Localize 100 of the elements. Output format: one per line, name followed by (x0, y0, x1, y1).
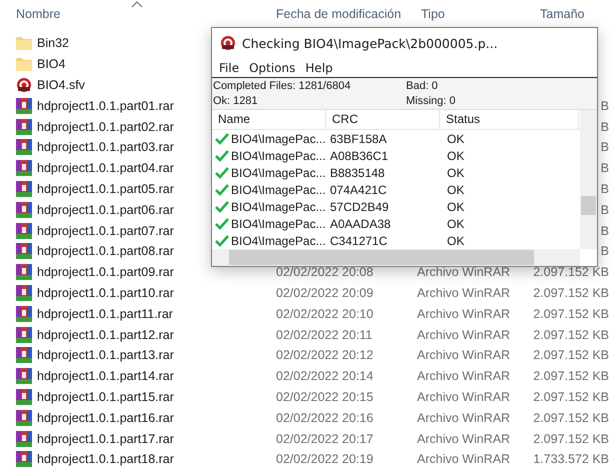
archive-icon (16, 160, 32, 176)
archive-icon (16, 430, 32, 447)
file-name[interactable]: hdproject1.0.1.part02.rar (37, 120, 174, 134)
file-type: Archivo WinRAR (417, 390, 510, 404)
file-path: BIO4\ImagePac... (231, 182, 326, 196)
archive-icon (16, 139, 32, 156)
column-header[interactable]: Name (212, 110, 326, 129)
check-icon (215, 150, 229, 162)
file-size: B (600, 140, 609, 154)
file-name[interactable]: hdproject1.0.1.part14.rar (37, 369, 174, 384)
horizontal-scrollbar[interactable] (212, 249, 580, 266)
column-header[interactable]: CRC (326, 110, 440, 129)
file-name[interactable]: hdproject1.0.1.part18.rar (37, 452, 174, 466)
status-value: OK (447, 148, 464, 162)
status-value: OK (447, 200, 464, 214)
stat-text: Ok: 1281 (213, 94, 259, 109)
column-header[interactable]: Tipo (421, 7, 445, 21)
status-value: OK (447, 166, 464, 180)
file-size: B (600, 224, 609, 238)
archive-icon (16, 284, 32, 301)
archive-icon (16, 243, 32, 260)
archive-icon (16, 118, 32, 135)
archive-icon (16, 202, 32, 218)
file-size: B (600, 161, 609, 176)
file-type: Archivo WinRAR (417, 348, 510, 362)
modified-date: 02/02/2022 20:15 (276, 390, 374, 404)
file-size: B (600, 182, 609, 196)
lifebuoy-icon (220, 35, 236, 51)
check-icon (215, 218, 229, 230)
file-path: BIO4\ImagePac... (231, 148, 326, 162)
column-header[interactable]: Fecha de modificación (276, 7, 402, 21)
crc-value: 63BF158A (330, 132, 387, 146)
modified-date: 02/02/2022 20:17 (276, 432, 374, 446)
folder-icon (16, 36, 32, 50)
file-name[interactable]: hdproject1.0.1.part05.rar (37, 182, 174, 196)
file-name[interactable]: BIO4 (37, 57, 66, 72)
file-name[interactable]: hdproject1.0.1.part15.rar (37, 390, 174, 404)
file-type: Archivo WinRAR (417, 265, 510, 280)
file-size: B (600, 202, 609, 217)
archive-icon (16, 306, 32, 322)
menu-item[interactable]: Options (249, 60, 296, 74)
check-icon (215, 184, 229, 196)
column-header[interactable]: Tamaño (540, 7, 584, 21)
crc-value: B8835148 (330, 166, 385, 180)
file-name[interactable]: hdproject1.0.1.part01.rar (37, 98, 174, 113)
menu-item[interactable]: File (219, 60, 240, 74)
file-type: Archivo WinRAR (417, 452, 510, 466)
modified-date: 02/02/2022 20:08 (276, 265, 374, 280)
file-name[interactable]: BIO4.sfv (37, 78, 85, 92)
file-name[interactable]: Bin32 (37, 36, 69, 50)
column-header[interactable]: Status (440, 110, 579, 129)
file-type: Archivo WinRAR (417, 369, 510, 384)
file-type: Archivo WinRAR (417, 286, 510, 300)
file-name[interactable]: hdproject1.0.1.part12.rar (37, 328, 174, 342)
modified-date: 02/02/2022 20:14 (276, 369, 374, 384)
file-path: BIO4\ImagePac... (231, 200, 326, 214)
menu-item[interactable]: Help (305, 60, 333, 74)
file-name[interactable]: hdproject1.0.1.part11.rar (37, 306, 173, 321)
modified-date: 02/02/2022 20:19 (276, 452, 374, 466)
archive-icon (16, 410, 32, 426)
file-size: 2.097.152 KB (533, 369, 609, 384)
status-value: OK (447, 216, 464, 230)
check-icon (215, 132, 229, 144)
file-size: 2.097.152 KB (533, 410, 609, 425)
file-name[interactable]: hdproject1.0.1.part17.rar (37, 432, 174, 446)
file-name[interactable]: hdproject1.0.1.part03.rar (37, 140, 174, 154)
check-icon (215, 166, 229, 178)
folder-icon (16, 57, 32, 72)
file-path: BIO4\ImagePac... (231, 234, 326, 248)
status-value: OK (447, 132, 464, 146)
archive-icon (16, 368, 32, 384)
file-name[interactable]: hdproject1.0.1.part13.rar (37, 348, 174, 362)
modified-date: 02/02/2022 20:16 (276, 410, 374, 425)
lifebuoy-icon (16, 76, 32, 93)
check-icon (215, 200, 229, 212)
modified-date: 02/02/2022 20:10 (276, 306, 374, 321)
file-path: BIO4\ImagePac... (231, 166, 326, 180)
file-size: 2.097.152 KB (533, 286, 609, 300)
file-name[interactable]: hdproject1.0.1.part16.rar (37, 410, 174, 425)
column-header[interactable]: Nombre (16, 7, 60, 21)
file-name[interactable]: hdproject1.0.1.part10.rar (37, 286, 174, 300)
crc-value: 57CD2B49 (330, 200, 389, 214)
file-type: Archivo WinRAR (417, 306, 510, 321)
file-name[interactable]: hdproject1.0.1.part09.rar (37, 265, 174, 280)
file-size: 2.097.152 KB (533, 348, 609, 362)
file-size: B (600, 120, 609, 134)
archive-icon (16, 451, 32, 468)
file-name[interactable]: hdproject1.0.1.part07.rar (37, 224, 174, 238)
file-path: BIO4\ImagePac... (231, 132, 326, 146)
vertical-scrollbar[interactable] (580, 110, 597, 249)
archive-icon (16, 98, 32, 114)
status-value: OK (447, 182, 464, 196)
file-size: B (600, 244, 609, 258)
modified-date: 02/02/2022 20:09 (276, 286, 374, 300)
crc-value: A08B36C1 (330, 148, 388, 162)
stat-text: Completed Files: 1281/6804 (213, 79, 352, 94)
file-name[interactable]: hdproject1.0.1.part06.rar (37, 202, 174, 217)
file-name[interactable]: hdproject1.0.1.part04.rar (37, 161, 174, 176)
file-name[interactable]: hdproject1.0.1.part08.rar (37, 244, 174, 258)
file-type: Archivo WinRAR (417, 328, 510, 342)
